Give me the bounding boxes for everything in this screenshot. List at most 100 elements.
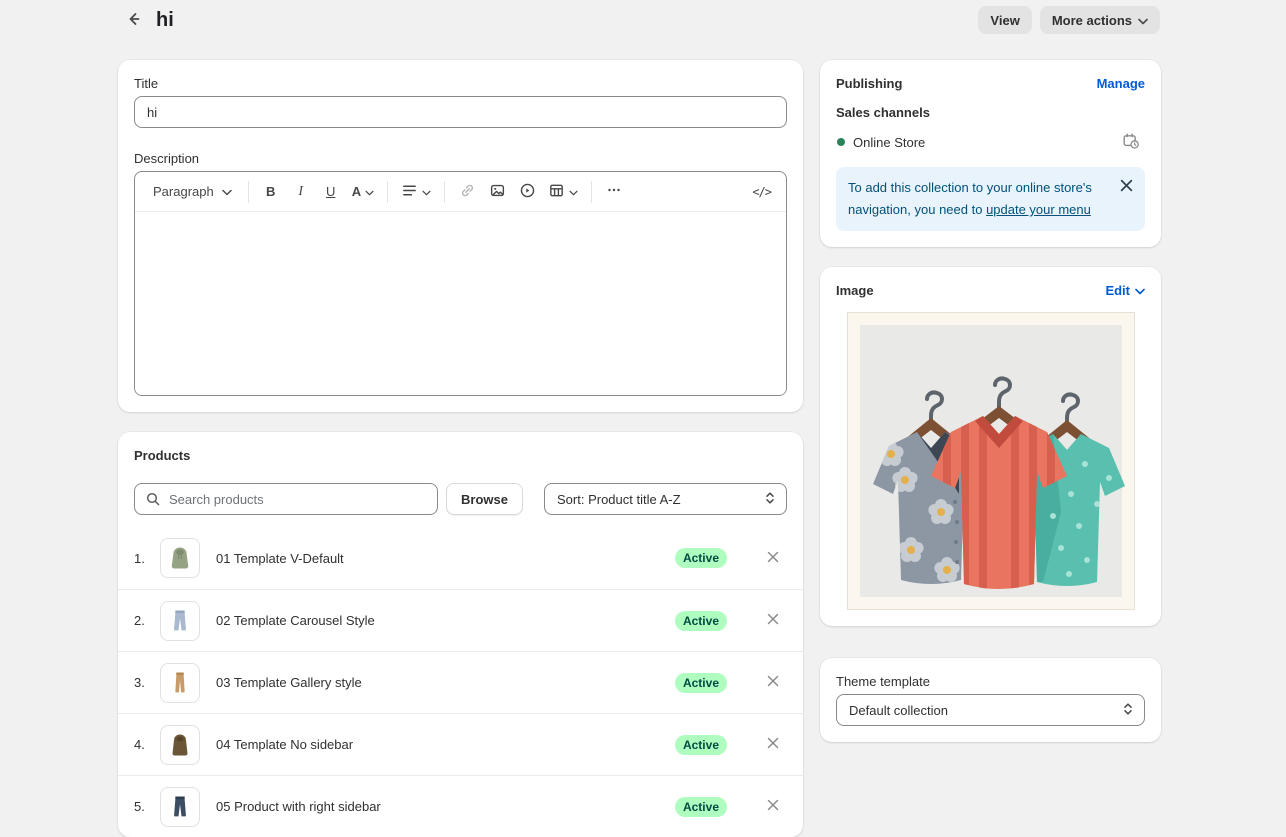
- product-title: 02 Template Carousel Style: [216, 613, 675, 628]
- channel-status-dot: [837, 138, 845, 146]
- row-index: 4.: [134, 737, 158, 752]
- theme-template-select[interactable]: Default collection: [836, 694, 1145, 726]
- manage-link[interactable]: Manage: [1097, 76, 1145, 91]
- more-formatting-button[interactable]: [600, 178, 628, 206]
- search-icon: [145, 491, 161, 512]
- banner-close-button[interactable]: [1115, 176, 1137, 198]
- edit-image-button[interactable]: Edit: [1105, 283, 1145, 298]
- toolbar-divider: [444, 181, 445, 203]
- sort-select[interactable]: Sort: Product title A-Z: [544, 483, 787, 515]
- product-thumbnail: [160, 601, 200, 641]
- chevron-down-icon: [569, 184, 578, 199]
- remove-product-button[interactable]: [761, 609, 785, 633]
- insert-table-button[interactable]: [543, 178, 583, 206]
- table-icon: [548, 182, 565, 202]
- text-color-glyph: A: [352, 184, 361, 199]
- align-left-icon: [401, 182, 418, 202]
- theme-template-card: Theme template Default collection: [820, 658, 1161, 742]
- status-badge: Active: [675, 611, 727, 631]
- edit-image-label: Edit: [1105, 283, 1130, 298]
- product-row: 5. 05 Product with right sidebar Active: [118, 775, 803, 837]
- alignment-button[interactable]: [396, 178, 436, 206]
- banner-message: To add this collection to your online st…: [848, 177, 1133, 221]
- products-controls: Browse Sort: Product title A-Z: [134, 483, 787, 515]
- play-circle-icon: [519, 182, 536, 202]
- italic-button[interactable]: I: [287, 178, 315, 206]
- toolbar-divider: [591, 181, 592, 203]
- close-icon: [767, 613, 779, 628]
- more-actions-button[interactable]: More actions: [1040, 6, 1160, 34]
- top-bar: hi View More actions: [122, 0, 1160, 40]
- sort-select-value: Sort: Product title A-Z: [557, 492, 681, 507]
- ellipsis-icon: [606, 182, 622, 201]
- link-button[interactable]: [453, 178, 481, 206]
- product-title: 01 Template V-Default: [216, 551, 675, 566]
- chevron-down-icon: [222, 184, 232, 199]
- underline-button[interactable]: U: [317, 178, 345, 206]
- toolbar-divider: [387, 181, 388, 203]
- bold-button[interactable]: B: [257, 178, 285, 206]
- row-index: 3.: [134, 675, 158, 690]
- schedule-publish-button[interactable]: [1119, 130, 1143, 154]
- view-button[interactable]: View: [978, 6, 1031, 34]
- more-actions-label: More actions: [1052, 13, 1132, 28]
- text-color-button[interactable]: A: [347, 178, 379, 206]
- update-your-menu-link[interactable]: update your menu: [986, 202, 1091, 217]
- chevron-down-icon: [365, 184, 374, 199]
- remove-product-button[interactable]: [761, 733, 785, 757]
- status-badge: Active: [675, 548, 727, 568]
- products-heading: Products: [134, 448, 787, 463]
- product-row: 3. 03 Template Gallery style Active: [118, 651, 803, 713]
- navigation-info-banner: To add this collection to your online st…: [836, 167, 1145, 231]
- search-products-input[interactable]: [134, 483, 438, 515]
- channel-row: Online Store: [836, 130, 1145, 154]
- side-column: Publishing Manage Sales channels Online …: [820, 60, 1161, 742]
- paragraph-style-dropdown[interactable]: Paragraph: [145, 178, 240, 206]
- image-icon: [489, 182, 506, 202]
- title-input[interactable]: [134, 96, 787, 128]
- collection-edit-page: hi View More actions Title Description: [0, 0, 1286, 826]
- product-row: 2. 02 Template Carousel Style Active: [118, 589, 803, 651]
- status-badge: Active: [675, 735, 727, 755]
- chevron-down-icon: [422, 184, 431, 199]
- calendar-clock-icon: [1122, 132, 1140, 153]
- remove-product-button[interactable]: [761, 671, 785, 695]
- sales-channels-label: Sales channels: [836, 105, 1145, 120]
- remove-product-button[interactable]: [761, 546, 785, 570]
- main-column: Title Description Paragraph B I U: [118, 60, 803, 837]
- product-thumbnail: [160, 538, 200, 578]
- collection-image[interactable]: [836, 312, 1145, 610]
- product-thumbnail: [160, 787, 200, 827]
- page-title: hi: [156, 9, 174, 32]
- title-description-card: Title Description Paragraph B I U: [118, 60, 803, 412]
- insert-image-button[interactable]: [483, 178, 511, 206]
- description-editor: Paragraph B I U A: [134, 171, 787, 396]
- row-index: 1.: [134, 551, 158, 566]
- back-button[interactable]: [122, 8, 146, 32]
- close-icon: [767, 675, 779, 690]
- chevron-down-icon: [1138, 13, 1148, 28]
- close-icon: [1120, 179, 1133, 195]
- image-card: Image Edit: [820, 267, 1161, 626]
- remove-product-button[interactable]: [761, 795, 785, 819]
- title-label: Title: [134, 76, 787, 91]
- view-button-label: View: [990, 13, 1019, 28]
- browse-button[interactable]: Browse: [446, 483, 523, 515]
- products-card: Products Browse Sort: Product title A-Z: [118, 432, 803, 837]
- product-search: [134, 483, 438, 515]
- theme-template-label: Theme template: [836, 674, 1145, 689]
- insert-video-button[interactable]: [513, 178, 541, 206]
- editor-toolbar: Paragraph B I U A: [135, 172, 786, 212]
- topbar-actions: View More actions: [978, 6, 1160, 34]
- row-index: 5.: [134, 799, 158, 814]
- product-thumbnail: [160, 663, 200, 703]
- updown-caret-icon: [764, 491, 776, 508]
- description-textarea[interactable]: [135, 212, 786, 395]
- paragraph-style-label: Paragraph: [153, 184, 214, 199]
- updown-caret-icon: [1122, 702, 1134, 719]
- status-badge: Active: [675, 797, 727, 817]
- arrow-left-icon: [125, 10, 143, 31]
- image-heading: Image: [836, 283, 874, 298]
- show-html-button[interactable]: </>: [747, 178, 776, 206]
- description-label: Description: [134, 151, 787, 166]
